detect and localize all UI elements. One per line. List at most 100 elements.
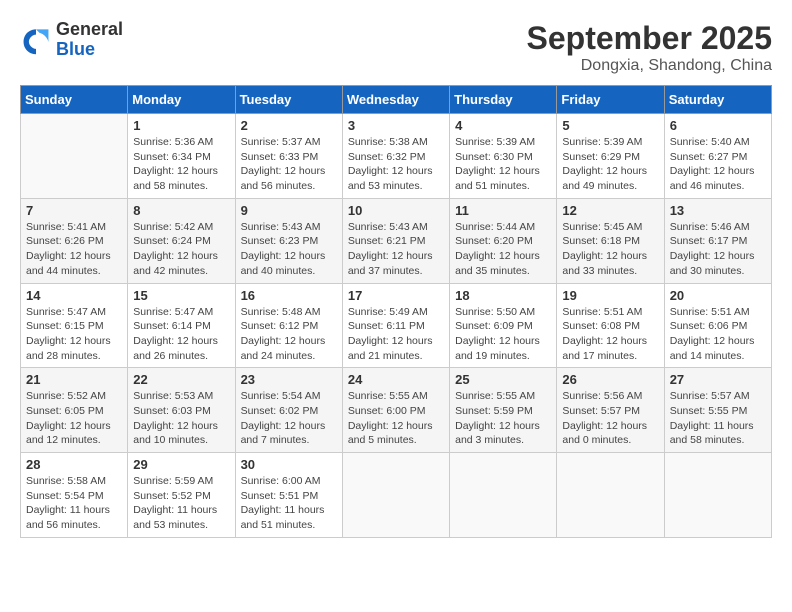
daylight-hours: Daylight: 12 hours and 24 minutes. [241,335,326,362]
sunrise-time: Sunrise: 5:55 AM [455,390,535,402]
week-row-4: 21 Sunrise: 5:52 AMSunset: 6:05 PMDayligh… [21,368,772,453]
calendar-cell: 5Sunrise: 5:39 AMSunset: 6:29 PMDaylight… [557,114,664,199]
daylight-hours: Daylight: 12 hours and 56 minutes. [241,165,326,192]
calendar-cell: 30 Sunrise: 6:00 AMSunset: 5:51 PMDayligh… [235,453,342,538]
daylight-hours: Daylight: 12 hours and 5 minutes. [348,420,433,447]
sunrise-time: Sunrise: 5:59 AM [133,475,213,487]
calendar-cell: 8 Sunrise: 5:42 AM Sunset: 6:24 PM Daylight… [128,198,235,283]
sunrise-time: Sunrise: 5:43 AM [348,221,428,233]
day-info: Sunrise: 5:51 AMSunset: 6:06 PMDaylight:… [670,305,766,364]
day-info: Sunrise: 5:42 AM Sunset: 6:24 PM Daylight:… [133,220,229,279]
week-row-5: 28Sunrise: 5:58 AMSunset: 5:54 PMDayligh… [21,453,772,538]
daylight-hours: Daylight: 12 hours and 51 minutes. [455,165,540,192]
daylight-hours: Daylight: 12 hours and 37 minutes. [348,250,433,277]
calendar-cell: 10Sunrise: 5:43 AMSunset: 6:21 PMDayligh… [342,198,449,283]
daylight-hours: Daylight: 11 hours and 56 minutes. [26,504,110,531]
daylight-hours: Daylight: 12 hours and 12 minutes. [26,420,111,447]
sunrise-time: Sunrise: 5:47 AM [133,306,213,318]
sunrise-time: Sunrise: 5:39 AM [455,136,535,148]
sunrise-time: Sunrise: 5:56 AM [562,390,642,402]
logo-text: General Blue [56,20,123,60]
calendar-cell: 17 Sunrise: 5:49 AMSunset: 6:11 PMDayligh… [342,283,449,368]
calendar-cell: 27Sunrise: 5:57 AMSunset: 5:55 PMDayligh… [664,368,771,453]
day-info: Sunrise: 5:52 AMSunset: 6:05 PMDaylight:… [26,389,122,448]
sunrise-time: Sunrise: 5:43 AM [241,221,321,233]
day-number: 18 [455,288,551,303]
day-number: 13 [670,203,766,218]
day-info: Sunrise: 5:47 AMSunset: 6:15 PMDaylight:… [26,305,122,364]
sunrise-time: Sunrise: 5:45 AM [562,221,642,233]
calendar-cell: 25Sunrise: 5:55 AMSunset: 5:59 PMDayligh… [450,368,557,453]
calendar-cell: 16 Sunrise: 5:48 AMSunset: 6:12 PMDayligh… [235,283,342,368]
sunrise-time: Sunrise: 5:44 AM [455,221,535,233]
day-info: Sunrise: 5:58 AMSunset: 5:54 PMDaylight:… [26,474,122,533]
day-info: Sunrise: 5:48 AMSunset: 6:12 PMDaylight:… [241,305,337,364]
daylight-hours: Daylight: 12 hours and 17 minutes. [562,335,647,362]
calendar-cell: 6Sunrise: 5:40 AMSunset: 6:27 PMDaylight… [664,114,771,199]
logo: General Blue [20,20,123,60]
day-number: 6 [670,118,766,133]
weekday-header-tuesday: Tuesday [235,86,342,114]
sunrise-time: Sunrise: 5:42 AM [133,221,213,233]
calendar-cell [664,453,771,538]
day-info: Sunrise: 5:41 AMSunset: 6:26 PMDaylight:… [26,220,122,279]
sunset-time: Sunset: 5:59 PM [455,405,533,417]
day-info: Sunrise: 5:57 AMSunset: 5:55 PMDaylight:… [670,389,766,448]
daylight-hours: Daylight: 12 hours and 49 minutes. [562,165,647,192]
day-number: 23 [241,372,337,387]
daylight-hours: Daylight: 12 hours and 53 minutes. [348,165,433,192]
sunset-time: Sunset: 6:26 PM [26,235,104,247]
calendar-cell: 3Sunrise: 5:38 AMSunset: 6:32 PMDaylight… [342,114,449,199]
logo-general: General [56,19,123,39]
daylight-hours: Daylight: 12 hours and 0 minutes. [562,420,647,447]
day-info: Sunrise: 5:54 AMSunset: 6:02 PMDaylight:… [241,389,337,448]
calendar-cell: 13Sunrise: 5:46 AMSunset: 6:17 PMDayligh… [664,198,771,283]
sunrise-time: Sunrise: 5:57 AM [670,390,750,402]
day-info: Sunrise: 5:39 AMSunset: 6:30 PMDaylight:… [455,135,551,194]
daylight-hours: Daylight: 12 hours and 42 minutes. [133,250,218,277]
sunset-time: Sunset: 6:24 PM [133,235,211,247]
daylight-hours: Daylight: 12 hours and 44 minutes. [26,250,111,277]
sunset-time: Sunset: 5:52 PM [133,490,211,502]
calendar-cell: 9Sunrise: 5:43 AMSunset: 6:23 PMDaylight… [235,198,342,283]
calendar-table: SundayMondayTuesdayWednesdayThursdayFrid… [20,85,772,538]
day-number: 8 [133,203,229,218]
sunrise-time: Sunrise: 5:51 AM [670,306,750,318]
sunset-time: Sunset: 6:29 PM [562,151,640,163]
sunset-time: Sunset: 6:23 PM [241,235,319,247]
sunset-time: Sunset: 6:17 PM [670,235,748,247]
day-info: Sunrise: 5:38 AMSunset: 6:32 PMDaylight:… [348,135,444,194]
sunrise-time: Sunrise: 5:53 AM [133,390,213,402]
day-info: Sunrise: 5:36 AMSunset: 6:34 PMDaylight:… [133,135,229,194]
day-number: 21 [26,372,122,387]
sunset-time: Sunset: 6:34 PM [133,151,211,163]
day-number: 30 [241,457,337,472]
day-number: 17 [348,288,444,303]
weekday-header-saturday: Saturday [664,86,771,114]
daylight-hours: Daylight: 11 hours and 51 minutes. [241,504,325,531]
sunrise-time: Sunrise: 5:39 AM [562,136,642,148]
calendar-cell: 11Sunrise: 5:44 AMSunset: 6:20 PMDayligh… [450,198,557,283]
day-number: 9 [241,203,337,218]
day-info: Sunrise: 6:00 AMSunset: 5:51 PMDaylight:… [241,474,337,533]
day-number: 12 [562,203,658,218]
daylight-hours: Daylight: 12 hours and 28 minutes. [26,335,111,362]
day-number: 16 [241,288,337,303]
day-info: Sunrise: 5:43 AMSunset: 6:21 PMDaylight:… [348,220,444,279]
calendar-cell: 15Sunrise: 5:47 AMSunset: 6:14 PMDayligh… [128,283,235,368]
day-info: Sunrise: 5:50 AMSunset: 6:09 PMDaylight:… [455,305,551,364]
sunset-time: Sunset: 6:33 PM [241,151,319,163]
sunrise-time: Sunrise: 5:54 AM [241,390,321,402]
weekday-header-friday: Friday [557,86,664,114]
sunrise-time: Sunrise: 5:58 AM [26,475,106,487]
calendar-cell: 20Sunrise: 5:51 AMSunset: 6:06 PMDayligh… [664,283,771,368]
day-info: Sunrise: 5:45 AMSunset: 6:18 PMDaylight:… [562,220,658,279]
daylight-hours: Daylight: 12 hours and 33 minutes. [562,250,647,277]
day-number: 14 [26,288,122,303]
calendar-cell: 21 Sunrise: 5:52 AMSunset: 6:05 PMDayligh… [21,368,128,453]
sunset-time: Sunset: 5:51 PM [241,490,319,502]
calendar-cell: 19Sunrise: 5:51 AMSunset: 6:08 PMDayligh… [557,283,664,368]
day-number: 2 [241,118,337,133]
day-info: Sunrise: 5:49 AMSunset: 6:11 PMDaylight:… [348,305,444,364]
day-info: Sunrise: 5:47 AMSunset: 6:14 PMDaylight:… [133,305,229,364]
